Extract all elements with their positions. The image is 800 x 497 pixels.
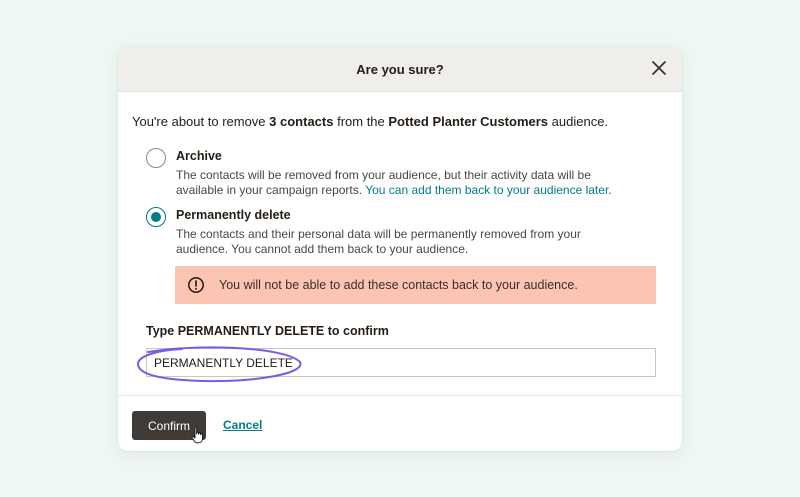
warning-text: You will not be able to add these contac… [219,278,578,292]
confirm-button[interactable]: Confirm [132,411,206,440]
intro-text: You're about to remove 3 contacts from t… [132,114,609,129]
archive-description: The contacts will be removed from your a… [176,168,612,197]
confirm-dialog: Are you sure? You're about to remove 3 c… [118,47,682,451]
permanently-delete-title: Permanently delete [176,208,291,222]
dialog-header: Are you sure? [118,47,682,92]
permanently-delete-radio[interactable] [146,207,166,227]
add-back-later-text: You can add them back to your audience l… [365,183,609,197]
footer-divider [118,395,682,396]
warning-circle-icon [188,277,204,293]
cancel-link[interactable]: Cancel [223,418,262,432]
contact-count: 3 contacts [269,114,334,129]
audience-name: Potted Planter Customers [388,114,549,129]
dialog-title: Are you sure? [356,61,444,77]
archive-radio[interactable] [146,148,166,168]
close-icon[interactable] [650,59,668,77]
warning-banner: You will not be able to add these contac… [175,266,656,304]
confirm-text-input[interactable] [146,348,656,377]
confirm-field-label: Type PERMANENTLY DELETE to confirm [146,324,389,338]
archive-title: Archive [176,149,222,163]
permanently-delete-description: The contacts and their personal data wil… [176,227,581,256]
